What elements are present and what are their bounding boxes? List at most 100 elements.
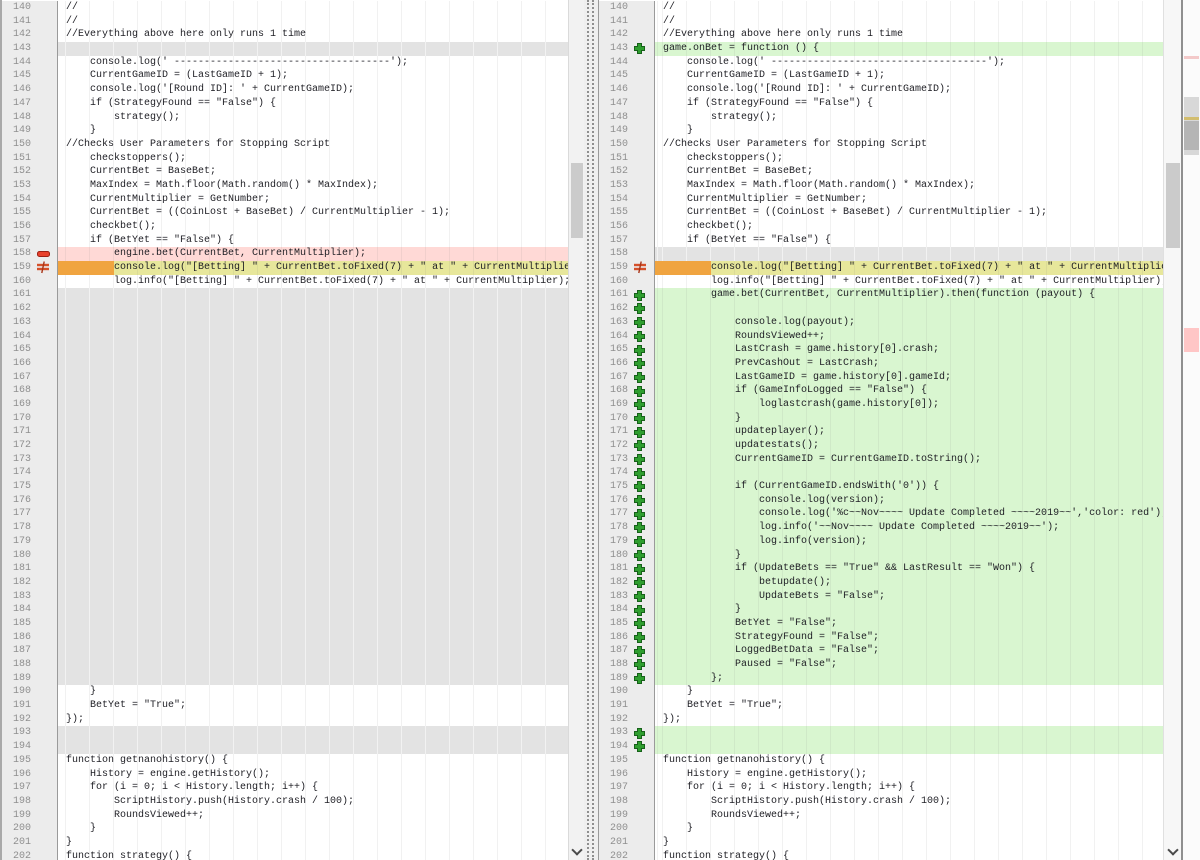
left-code-row[interactable]: 160 log.info("[Betting] " + CurrentBet.t… [2,275,570,289]
right-code-row[interactable]: 184 } [599,603,1164,617]
left-code-row[interactable]: 191 BetYet = "True"; [2,699,570,713]
changed-line-mark[interactable] [1184,117,1199,120]
deleted-block-mark[interactable] [1184,328,1199,352]
left-code-row[interactable]: 197 for (i = 0; i < History.length; i++)… [2,781,570,795]
left-code-row[interactable]: 164 [2,330,570,344]
right-code-row[interactable]: 175 if (CurrentGameID.endsWith('0')) { [599,480,1164,494]
right-code-row[interactable]: 174 [599,466,1164,480]
right-code-row[interactable]: 172 updatestats(); [599,439,1164,453]
left-code-row[interactable]: 171 [2,425,570,439]
left-code-row[interactable]: 158 engine.bet(CurrentBet, CurrentMultip… [2,247,570,261]
left-code-row[interactable]: 185 [2,617,570,631]
left-code-row[interactable]: 195function getnanohistory() { [2,754,570,768]
left-code-row[interactable]: 183 [2,590,570,604]
right-code-row[interactable]: 199 RoundsViewed++; [599,809,1164,823]
right-code-row[interactable]: 196 History = engine.getHistory(); [599,768,1164,782]
right-code-row[interactable]: 168 if (GameInfoLogged == "False") { [599,384,1164,398]
right-code-row[interactable]: 158 [599,247,1164,261]
left-code-row[interactable]: 194 [2,740,570,754]
right-code-row[interactable]: 180 } [599,549,1164,563]
right-code-row[interactable]: 198 ScriptHistory.push(History.crash / 1… [599,795,1164,809]
left-code-row[interactable]: 144 console.log(' ----------------------… [2,56,570,70]
left-code-row[interactable]: 199 RoundsViewed++; [2,809,570,823]
left-code-row[interactable]: 162 [2,302,570,316]
left-code-row[interactable]: 200 } [2,822,570,836]
left-code-row[interactable]: 180 [2,549,570,563]
left-code-row[interactable]: 154 CurrentMultiplier = GetNumber; [2,193,570,207]
right-code-row[interactable]: 144 console.log(' ----------------------… [599,56,1164,70]
right-code-row[interactable]: 171 updateplayer(); [599,425,1164,439]
left-code-row[interactable]: 143 [2,42,570,56]
diff-overview-bar[interactable] [1181,0,1200,860]
left-code-row[interactable]: 156 checkbet(); [2,220,570,234]
left-code-row[interactable]: 167 [2,371,570,385]
left-scroll-down-arrow-icon[interactable] [571,844,582,855]
right-scrollbar-thumb[interactable] [1166,163,1180,248]
right-code-row[interactable]: 176 console.log(version); [599,494,1164,508]
right-code-row[interactable]: 163 console.log(payout); [599,316,1164,330]
left-code-row[interactable]: 192}); [2,713,570,727]
pane-splitter[interactable] [584,0,598,860]
right-code-row[interactable]: 145 CurrentGameID = (LastGameID + 1); [599,69,1164,83]
left-scrollbar-thumb[interactable] [571,163,583,238]
left-vertical-scrollbar[interactable] [568,0,585,860]
right-code-row[interactable]: 160 log.info("[Betting] " + CurrentBet.t… [599,275,1164,289]
right-code-row[interactable]: 165 LastCrash = game.history[0].crash; [599,343,1164,357]
right-code-row[interactable]: 178 log.info('~~Nov~~~~ Update Completed… [599,521,1164,535]
right-code-row[interactable]: 155 CurrentBet = ((CoinLost + BaseBet) /… [599,206,1164,220]
right-code-row[interactable]: 193 [599,726,1164,740]
left-code-row[interactable]: 166 [2,357,570,371]
left-code-row[interactable]: 165 [2,343,570,357]
left-code-row[interactable]: 148 strategy(); [2,111,570,125]
right-code-row[interactable]: 149 } [599,124,1164,138]
left-code-row[interactable]: 182 [2,576,570,590]
right-code-row[interactable]: 142//Everything above here only runs 1 t… [599,28,1164,42]
left-code-row[interactable]: 159 console.log("[Betting] " + CurrentBe… [2,261,570,275]
right-code-row[interactable]: 167 LastGameID = game.history[0].gameId; [599,371,1164,385]
right-code-row[interactable]: 202function strategy() { [599,850,1164,860]
right-code-row[interactable]: 183 UpdateBets = "False"; [599,590,1164,604]
left-code-row[interactable]: 168 [2,384,570,398]
left-code-row[interactable]: 170 [2,412,570,426]
left-code-row[interactable]: 163 [2,316,570,330]
right-code-row[interactable]: 186 StrategyFound = "False"; [599,631,1164,645]
right-code-row[interactable]: 151 checkstoppers(); [599,152,1164,166]
left-code-row[interactable]: 157 if (BetYet == "False") { [2,234,570,248]
right-code-row[interactable]: 191 BetYet = "True"; [599,699,1164,713]
left-code-row[interactable]: 179 [2,535,570,549]
right-code-row[interactable]: 162 [599,302,1164,316]
left-code-row[interactable]: 141// [2,15,570,29]
left-code-row[interactable]: 161 [2,288,570,302]
right-code-row[interactable]: 173 CurrentGameID = CurrentGameID.toStri… [599,453,1164,467]
right-code-row[interactable]: 190 } [599,685,1164,699]
left-code-row[interactable]: 172 [2,439,570,453]
right-code-row[interactable]: 192}); [599,713,1164,727]
right-code-row[interactable]: 147 if (StrategyFound == "False") { [599,97,1164,111]
left-code-row[interactable]: 188 [2,658,570,672]
left-code-row[interactable]: 155 CurrentBet = ((CoinLost + BaseBet) /… [2,206,570,220]
right-code-row[interactable]: 194 [599,740,1164,754]
right-code-row[interactable]: 164 RoundsViewed++; [599,330,1164,344]
right-code-row[interactable]: 179 log.info(version); [599,535,1164,549]
right-code-row[interactable]: 140// [599,1,1164,15]
left-code-row[interactable]: 184 [2,603,570,617]
right-code-row[interactable]: 156 checkbet(); [599,220,1164,234]
left-code-row[interactable]: 147 if (StrategyFound == "False") { [2,97,570,111]
right-code-row[interactable]: 195function getnanohistory() { [599,754,1164,768]
left-code-row[interactable]: 181 [2,562,570,576]
right-code-row[interactable]: 182 betupdate(); [599,576,1164,590]
right-code-row[interactable]: 166 PrevCashOut = LastCrash; [599,357,1164,371]
left-code-row[interactable]: 178 [2,521,570,535]
left-code-row[interactable]: 153 MaxIndex = Math.floor(Math.random() … [2,179,570,193]
right-code-row[interactable]: 148 strategy(); [599,111,1164,125]
left-code-row[interactable]: 193 [2,726,570,740]
right-code-row[interactable]: 188 Paused = "False"; [599,658,1164,672]
right-code-row[interactable]: 159 console.log("[Betting] " + CurrentBe… [599,261,1164,275]
right-vertical-scrollbar[interactable] [1163,0,1182,860]
left-code-row[interactable]: 175 [2,480,570,494]
left-code-row[interactable]: 186 [2,631,570,645]
right-code-row[interactable]: 141// [599,15,1164,29]
right-code-row[interactable]: 153 MaxIndex = Math.floor(Math.random() … [599,179,1164,193]
left-code-row[interactable]: 202function strategy() { [2,850,570,860]
right-code-row[interactable]: 170 } [599,412,1164,426]
